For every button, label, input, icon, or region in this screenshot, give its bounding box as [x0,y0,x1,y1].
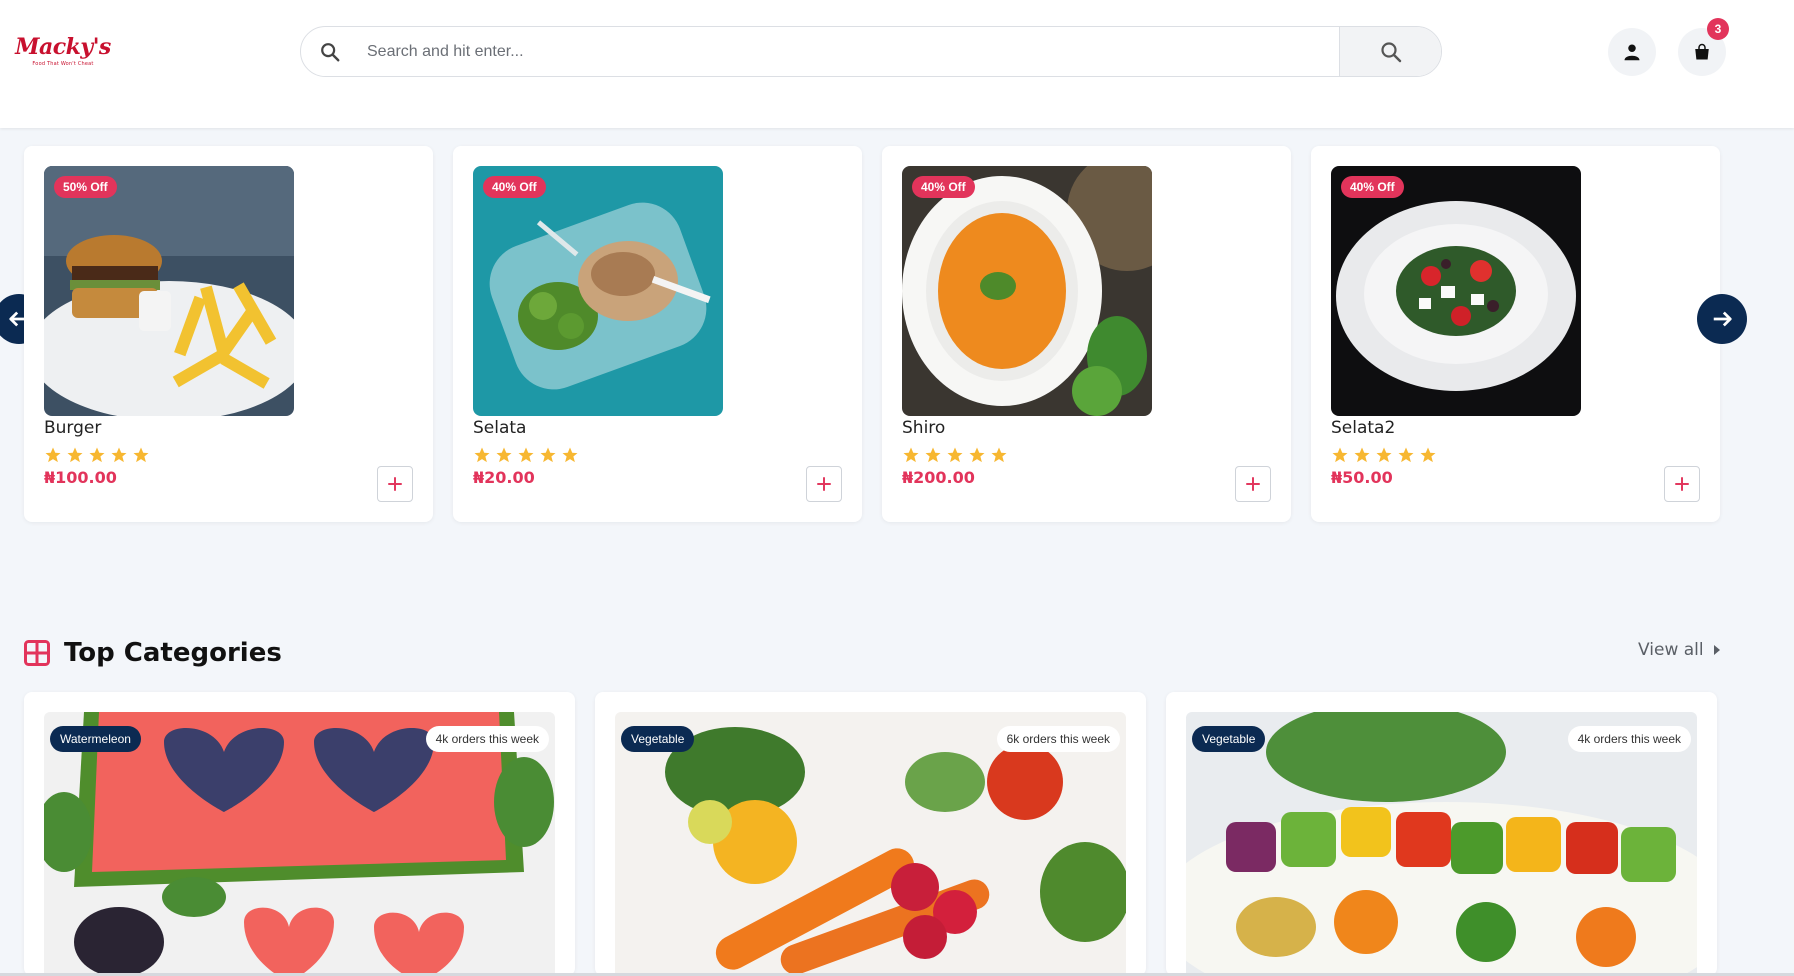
plus-icon [388,477,402,491]
category-card[interactable]: Vegetable 4k orders this week [1166,692,1717,976]
section-title: Top Categories [64,638,282,668]
view-all-label: View all [1638,640,1704,660]
rating-stars [473,446,579,464]
category-image-watermelon[interactable]: Watermeleon 4k orders this week [44,712,555,976]
discount-badge: 40% Off [912,176,975,198]
product-name[interactable]: Shiro [902,418,945,438]
product-price: ₦100.00 [44,468,117,487]
category-card[interactable]: Vegetable 6k orders this week [595,692,1146,976]
rating-stars [44,446,150,464]
logo-text: Macky's [15,33,111,60]
category-tag: Vegetable [621,726,695,752]
discount-badge: 40% Off [483,176,546,198]
product-card[interactable]: 40% Off Selata2 ₦50.00 [1311,146,1720,522]
plus-icon [1675,477,1689,491]
view-all-link[interactable]: View all [1638,640,1722,660]
star-icon [1420,447,1436,463]
product-card[interactable]: 40% Off Selata ₦20.00 [453,146,862,522]
product-image-selata2[interactable]: 40% Off [1331,166,1581,416]
star-icon [562,447,578,463]
product-price: ₦200.00 [902,468,975,487]
category-image-vegetable[interactable]: Vegetable 6k orders this week [615,712,1126,976]
product-name[interactable]: Burger [44,418,101,438]
star-icon [111,447,127,463]
category-tag: Vegetable [1192,726,1266,752]
add-to-cart-button[interactable] [377,466,413,502]
product-name[interactable]: Selata [473,418,526,438]
search-icon [1380,41,1401,62]
brand-logo[interactable]: Macky's Food That Won't Cheat [12,18,114,82]
product-price: ₦50.00 [1331,468,1393,487]
rating-stars [902,446,1008,464]
star-icon [947,447,963,463]
star-icon [67,447,83,463]
arrow-right-icon [1713,311,1732,327]
star-icon [518,447,534,463]
star-icon [1332,447,1348,463]
plus-icon [1246,477,1260,491]
cart-count-badge: 3 [1707,18,1729,40]
star-icon [1376,447,1392,463]
product-name[interactable]: Selata2 [1331,418,1395,438]
logo-tagline: Food That Won't Cheat [32,60,94,67]
top-header: Macky's Food That Won't Cheat 3 [0,0,1794,128]
carousel-next-button[interactable] [1697,294,1747,344]
orders-badge: 4k orders this week [425,726,549,752]
discount-badge: 50% Off [54,176,117,198]
plus-icon [817,477,831,491]
star-icon [474,447,490,463]
star-icon [496,447,512,463]
product-price: ₦20.00 [473,468,535,487]
cart-button[interactable]: 3 [1678,18,1729,76]
caret-right-icon [1713,645,1720,655]
star-icon [1398,447,1414,463]
grid-icon [24,640,50,666]
star-icon [925,447,941,463]
section-heading: Top Categories [24,638,282,668]
star-icon [45,447,61,463]
star-icon [1354,447,1370,463]
star-icon [991,447,1007,463]
search-submit-button[interactable] [1339,27,1441,76]
discount-badge: 40% Off [1341,176,1404,198]
star-icon [133,447,149,463]
add-to-cart-button[interactable] [1235,466,1271,502]
category-card[interactable]: Watermeleon 4k orders this week [24,692,575,976]
star-icon [903,447,919,463]
star-icon [89,447,105,463]
add-to-cart-button[interactable] [806,466,842,502]
orders-badge: 6k orders this week [996,726,1120,752]
star-icon [969,447,985,463]
product-image-shiro[interactable]: 40% Off [902,166,1152,416]
product-image-burger[interactable]: 50% Off [44,166,294,416]
search-icon [321,43,340,62]
star-icon [540,447,556,463]
orders-badge: 4k orders this week [1567,726,1691,752]
rating-stars [1331,446,1437,464]
search-bar [300,26,1442,77]
search-input[interactable] [367,27,1367,76]
category-image-vegetable-skewers[interactable]: Vegetable 4k orders this week [1186,712,1697,976]
account-button[interactable] [1608,28,1656,76]
user-icon [1624,44,1640,61]
category-tag: Watermeleon [50,726,141,752]
add-to-cart-button[interactable] [1664,466,1700,502]
product-image-selata[interactable]: 40% Off [473,166,723,416]
product-card[interactable]: 50% Off Burger ₦100.00 [24,146,433,522]
product-card[interactable]: 40% Off Shiro ₦200.00 [882,146,1291,522]
shopping-bag-icon [1695,43,1709,60]
